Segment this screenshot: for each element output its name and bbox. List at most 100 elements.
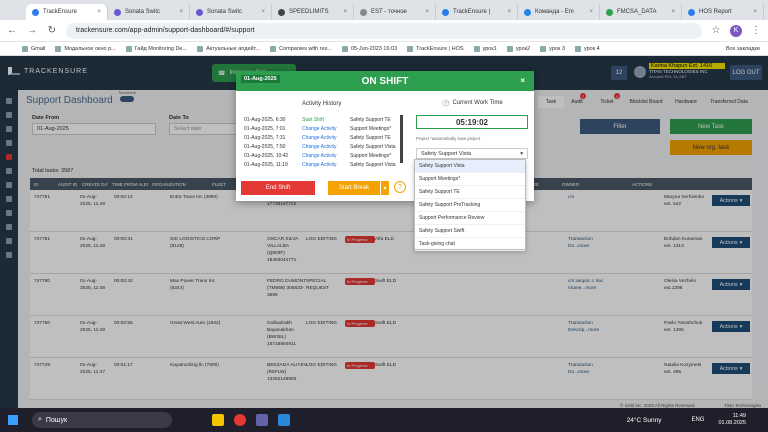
bookmark-item[interactable]: урок1 [473, 45, 497, 52]
activity-history-title: Activity History [302, 101, 342, 107]
reload-icon[interactable]: ↻ [46, 25, 58, 36]
project-label: Project *automatically save project [416, 136, 481, 141]
bookmark-label: Модальное окно р... [64, 45, 116, 52]
bookmark-item[interactable]: Актуальные апдейт... [197, 45, 260, 52]
bookmark-icon [55, 45, 62, 52]
close-icon[interactable]: × [671, 9, 675, 15]
start-break-button[interactable]: Start Break [328, 181, 380, 195]
history-time: 01-Aug-2025, 7:31 [244, 134, 286, 141]
history-time: 01-Aug-2025, 11:19 [244, 161, 288, 168]
history-item: 01-Aug-2025, 7:50 Change Activity Safety S… [244, 142, 404, 151]
bookmark-star-icon[interactable]: ☆ [710, 25, 722, 36]
project-option[interactable]: Task-giving chat [415, 238, 525, 251]
weather-text: 24°C Sunny [626, 416, 662, 424]
project-option[interactable]: Support Meetings* [415, 173, 525, 186]
modal-title: ON SHIFT [361, 75, 409, 87]
project-dropdown-list: Safety Support Vista Support Meetings* Saf… [414, 159, 526, 251]
bookmark-item[interactable]: Гайд Monitoring De... [125, 45, 187, 52]
clock[interactable]: 11:49 01.08.2025 [718, 413, 746, 427]
tab-favicon-icon [524, 8, 531, 16]
close-icon[interactable]: × [425, 9, 429, 15]
tab-label: HOS Report [699, 9, 732, 15]
taskbar-app-icon[interactable] [212, 414, 224, 426]
bookmark-label: урок2 [515, 45, 531, 52]
close-icon[interactable]: × [261, 9, 265, 15]
tab-label: TrackEnsure | [453, 9, 491, 15]
browser-tab[interactable]: HOS Report × [682, 4, 764, 20]
tab-label: Sonata Switc [125, 9, 161, 15]
project-select[interactable]: Safety Support Vista ▾ [416, 148, 528, 159]
history-time: 01-Aug-2025, 7:50 [244, 143, 286, 150]
bookmark-item[interactable]: Companies with res... [270, 45, 332, 52]
browser-tab[interactable]: Sonata Switc × [190, 4, 272, 20]
taskbar-search[interactable]: ⌕ Пошук [32, 412, 172, 428]
browser-tab[interactable]: FMCSA_DATA × [600, 4, 682, 20]
lang-indicator[interactable]: ENG [691, 417, 704, 423]
bookmark-item[interactable]: урок 3 [540, 45, 565, 52]
browser-tabbar: TrackEnsure × Sonata Switc × Sonata Switc × SP… [0, 0, 768, 20]
help-icon[interactable]: ? [394, 181, 406, 193]
history-item: 01-Aug-2025, 10:42 Change Activity Support… [244, 151, 404, 160]
close-icon[interactable]: × [507, 9, 511, 15]
files-taskbar-icon[interactable] [278, 414, 290, 426]
bookmark-label: Gmail [31, 45, 46, 52]
history-item: 01-Aug-2025, 7:31 Change Activity Safety S… [244, 133, 404, 142]
windows-start-icon[interactable] [8, 415, 18, 425]
history-time: 01-Aug-2025, 7:01 [244, 125, 286, 132]
close-icon[interactable]: × [520, 76, 525, 85]
bookmark-item[interactable]: Модальное окно р... [55, 45, 116, 52]
project-option[interactable]: Safety Support Vista [415, 160, 525, 173]
close-icon[interactable]: × [753, 9, 757, 15]
menu-icon[interactable]: ⋮ [750, 25, 762, 36]
project-option[interactable]: Support Performance Review [415, 212, 525, 225]
chrome-taskbar-icon[interactable] [234, 414, 246, 426]
tab-label: EST - точное [371, 9, 407, 15]
history-scrollbar[interactable] [400, 115, 403, 163]
close-icon[interactable]: × [179, 9, 183, 15]
bookmark-item[interactable]: урок 4 [574, 45, 600, 52]
url-text: trackensure.com/app-admin/support-dashbo… [76, 27, 255, 34]
history-action: Change Activity [302, 161, 337, 168]
end-shift-button[interactable]: End Shift [241, 181, 315, 195]
profile-avatar[interactable]: K [730, 24, 742, 37]
project-option[interactable]: Safety Support Swift [415, 225, 525, 238]
address-bar-row: ← → ↻ trackensure.com/app-admin/support-… [0, 20, 768, 42]
clock-icon: 🕒 [442, 101, 450, 107]
bookmark-icon [197, 45, 204, 52]
project-option[interactable]: Safety Support TE [415, 186, 525, 199]
history-item: 01-Aug-2025, 6:30 Start Shift Safety Suppo… [244, 115, 404, 124]
forward-icon[interactable]: → [26, 25, 38, 36]
project-selected: Safety Support Vista [421, 150, 472, 157]
browser-tab[interactable]: SPEEDLIMITS × [272, 4, 354, 20]
os-taskbar: ⌕ Пошук 24°C Sunny ENG 11:49 01.08.2025 [0, 408, 768, 432]
close-icon[interactable]: × [97, 9, 101, 15]
tab-favicon-icon [32, 8, 39, 16]
browser-tab[interactable]: EST - точное × [354, 4, 436, 20]
history-action: Change Activity [302, 125, 337, 132]
browser-tab[interactable]: Sonata Switc × [108, 4, 190, 20]
url-input[interactable]: trackensure.com/app-admin/support-dashbo… [66, 22, 702, 39]
back-icon[interactable]: ← [6, 25, 18, 36]
browser-tab[interactable]: TrackEnsure | × [436, 4, 518, 20]
project-option[interactable]: Safety Support ProTracking [415, 199, 525, 212]
teams-taskbar-icon[interactable] [256, 414, 268, 426]
bookmark-item[interactable]: TrackEnsure | HOS [407, 45, 464, 52]
history-target: Safety Support Vista [350, 161, 396, 168]
bookmark-label: Companies with res... [279, 45, 332, 52]
modal-header: 01-Aug-2025 ON SHIFT × [236, 71, 534, 91]
all-bookmarks-button[interactable]: Все закладки [726, 46, 760, 52]
clock-time: 11:49 [732, 413, 746, 419]
start-break-dropdown-icon[interactable]: ▾ [381, 181, 389, 195]
bookmark-item[interactable]: 05-Jun-2023 16:03 [341, 45, 397, 52]
browser-tab[interactable]: Команда - Em × [518, 4, 600, 20]
history-target: Safety Support TE [350, 134, 391, 141]
bookmark-label: урок 3 [549, 45, 565, 52]
bookmark-icon [270, 45, 277, 52]
browser-tab[interactable]: TrackEnsure × [26, 4, 108, 20]
bookmark-item[interactable]: Gmail [22, 45, 46, 52]
bookmark-item[interactable]: урок2 [506, 45, 531, 52]
close-icon[interactable]: × [343, 9, 347, 15]
history-action: Start Shift [302, 116, 324, 123]
close-icon[interactable]: × [589, 9, 593, 15]
bookmark-icon [540, 45, 547, 52]
